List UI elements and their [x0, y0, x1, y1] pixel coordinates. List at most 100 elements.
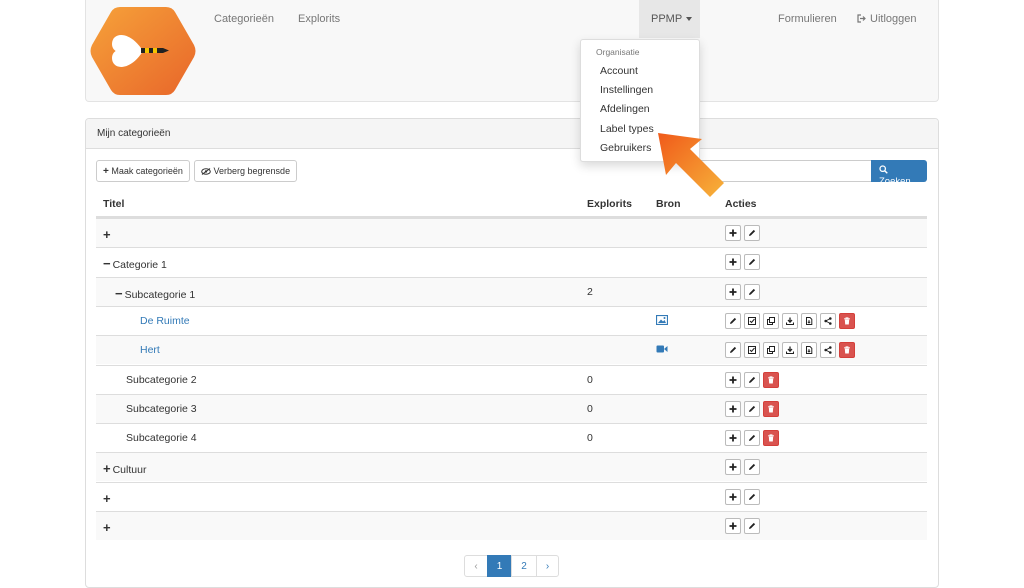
create-category-button[interactable]: + Maak categorieën — [96, 160, 190, 182]
file-button[interactable] — [801, 342, 817, 359]
nav-ppmp-dropdown-toggle[interactable]: PPMP — [639, 0, 700, 38]
copy-button[interactable] — [763, 312, 779, 329]
expand-icon[interactable]: + — [103, 491, 111, 506]
share-button[interactable] — [820, 342, 836, 359]
copy-icon — [767, 346, 775, 355]
explorits-count: 0 — [587, 402, 593, 415]
explorits-count: 0 — [587, 373, 593, 386]
pagination-page-2[interactable]: 2 — [511, 555, 537, 577]
category-title: Subcategorie 3 — [126, 403, 197, 415]
add-button[interactable] — [725, 254, 741, 271]
edit-button[interactable] — [744, 430, 760, 447]
delete-button[interactable] — [763, 430, 779, 447]
edit-button[interactable] — [744, 488, 760, 505]
category-title: − Categorie 1 — [103, 256, 167, 271]
plus-icon — [729, 376, 737, 383]
delete-button[interactable] — [839, 312, 855, 329]
edit-button[interactable] — [725, 312, 741, 329]
search-icon — [879, 165, 888, 174]
expand-icon[interactable]: + — [103, 520, 111, 535]
nav-uitloggen[interactable]: Uitloggen — [857, 13, 916, 25]
copy-button[interactable] — [763, 342, 779, 359]
table-row: − Categorie 1 — [96, 247, 927, 276]
edit-button[interactable] — [744, 518, 760, 534]
trash-icon — [844, 346, 850, 354]
image-icon — [656, 314, 668, 325]
menu-item-gebruikers[interactable]: Gebruikers — [600, 142, 651, 154]
app-logo[interactable] — [90, 4, 196, 98]
pagination-prev[interactable]: ‹ — [464, 555, 488, 577]
pencil-icon — [749, 405, 756, 412]
search-button[interactable]: Zoeken — [871, 160, 927, 187]
delete-button[interactable] — [839, 342, 855, 359]
panel-title: Mijn categorieën — [97, 128, 171, 139]
trash-icon — [768, 405, 774, 413]
edit-button[interactable] — [744, 371, 760, 388]
category-title: Subcategorie 2 — [126, 374, 197, 386]
add-button[interactable] — [725, 400, 741, 417]
add-button[interactable] — [725, 459, 741, 476]
edit-button[interactable] — [744, 283, 760, 300]
item-title-link[interactable]: De Ruimte — [140, 315, 190, 327]
nav-formulieren[interactable]: Formulieren — [778, 13, 837, 25]
share-icon — [824, 317, 832, 325]
share-button[interactable] — [820, 312, 836, 329]
plus-icon — [729, 258, 737, 266]
plus-icon — [729, 434, 737, 442]
plus-icon: + — [103, 166, 109, 177]
expand-icon[interactable]: + — [103, 227, 111, 242]
table-row: De Ruimte — [96, 305, 927, 335]
file-button[interactable] — [801, 312, 817, 329]
video-icon — [656, 345, 668, 353]
add-button[interactable] — [725, 518, 741, 534]
pencil-icon — [749, 464, 756, 471]
expand-icon[interactable]: + — [103, 461, 111, 476]
panel-heading: Mijn categorieën — [86, 119, 938, 149]
table-row: + — [96, 511, 927, 540]
row-title-text: Subcategorie 1 — [124, 288, 196, 301]
nav-explorits[interactable]: Explorits — [298, 13, 340, 25]
col-header-title[interactable]: Titel — [103, 198, 124, 210]
hide-restricted-label: Verberg begrensde — [213, 166, 291, 176]
download-button[interactable] — [782, 342, 798, 359]
delete-button[interactable] — [763, 371, 779, 388]
nav-categorieen[interactable]: Categorieën — [214, 13, 274, 25]
edit-button[interactable] — [744, 254, 760, 271]
create-category-label: Maak categorieën — [111, 166, 183, 176]
add-button[interactable] — [725, 371, 741, 388]
row-title-text: Subcategorie 3 — [126, 402, 197, 415]
col-header-explorits[interactable]: Explorits — [587, 198, 632, 210]
plus-icon — [729, 493, 737, 501]
hide-restricted-button[interactable]: Verberg begrensde — [194, 160, 298, 182]
check-button[interactable] — [744, 312, 760, 329]
menu-item-label-types[interactable]: Label types — [600, 123, 654, 135]
category-title: + Cultuur — [103, 461, 146, 476]
edit-button[interactable] — [725, 342, 741, 359]
add-button[interactable] — [725, 488, 741, 505]
pagination-next[interactable]: › — [536, 555, 559, 577]
edit-button[interactable] — [744, 400, 760, 417]
download-button[interactable] — [782, 312, 798, 329]
caret-down-icon — [686, 17, 693, 22]
trash-icon — [768, 375, 774, 383]
item-title-link[interactable]: Hert — [140, 344, 160, 356]
pencil-icon — [749, 434, 756, 442]
plus-icon — [729, 229, 737, 237]
collapse-icon[interactable]: − — [103, 256, 111, 271]
check-button[interactable] — [744, 342, 760, 359]
delete-button[interactable] — [763, 400, 779, 417]
pagination-page-1[interactable]: 1 — [487, 555, 512, 577]
menu-item-account[interactable]: Account — [600, 65, 638, 77]
menu-item-afdelingen[interactable]: Afdelingen — [600, 103, 650, 115]
add-button[interactable] — [725, 283, 741, 300]
file-export-icon — [806, 316, 813, 325]
edit-button[interactable] — [744, 225, 760, 241]
row-title-text: Hert — [140, 344, 160, 357]
add-button[interactable] — [725, 225, 741, 241]
menu-item-instellingen[interactable]: Instellingen — [600, 84, 653, 96]
table-row: Subcategorie 2 0 — [96, 364, 927, 394]
edit-button[interactable] — [744, 459, 760, 476]
plus-icon — [729, 463, 737, 471]
add-button[interactable] — [725, 430, 741, 447]
collapse-icon[interactable]: − — [115, 286, 123, 301]
